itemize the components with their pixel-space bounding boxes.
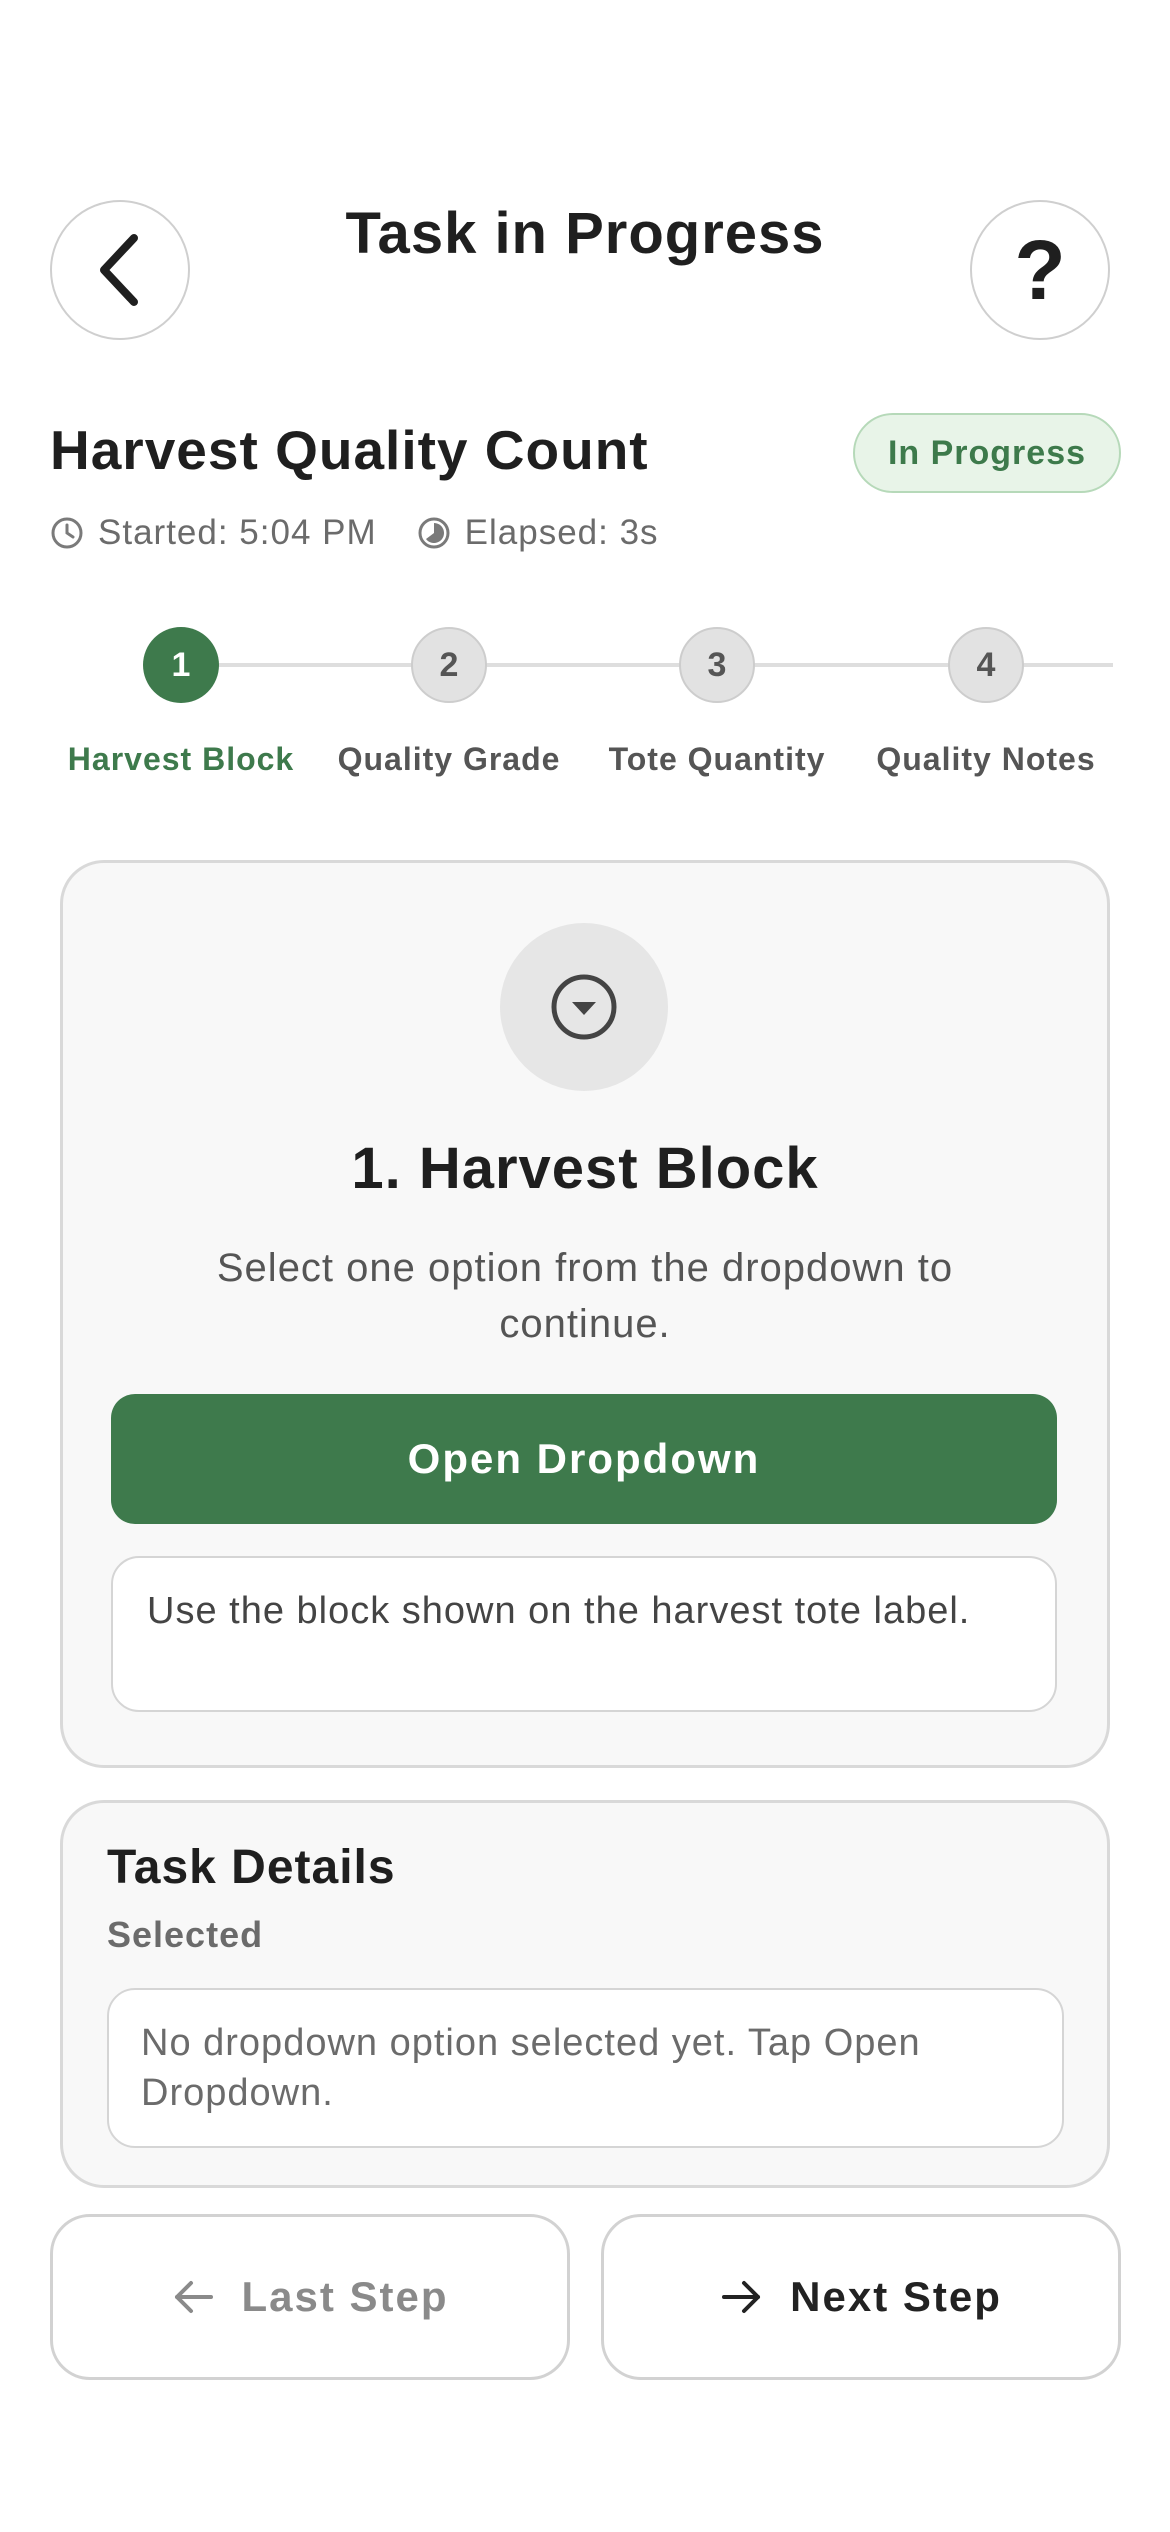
page-title: Task in Progress bbox=[345, 201, 825, 266]
task-title: Harvest Quality Count bbox=[50, 419, 649, 481]
step-2-label: Quality Grade bbox=[337, 741, 561, 777]
step-icon-bubble bbox=[500, 923, 668, 1091]
last-step-label: Last Step bbox=[241, 2273, 449, 2320]
step-4-label: Quality Notes bbox=[876, 741, 1096, 777]
status-badge: In Progress bbox=[853, 413, 1121, 493]
chevron-left-icon bbox=[100, 234, 138, 306]
step-3-indicator[interactable]: 3 bbox=[679, 627, 755, 703]
task-details-title: Task Details bbox=[107, 1841, 396, 1894]
elapsed-label: Elapsed: 3s bbox=[464, 513, 659, 552]
step-heading: 1. Harvest Block bbox=[351, 1136, 819, 1201]
arrow-left-icon bbox=[175, 2281, 214, 2313]
step-3-label: Tote Quantity bbox=[608, 741, 826, 777]
next-step-button[interactable]: Next Step bbox=[601, 2214, 1121, 2380]
selected-label: Selected bbox=[107, 1914, 264, 1955]
step-2-indicator[interactable]: 2 bbox=[411, 627, 487, 703]
step-description: Select one option from the dropdown to c… bbox=[216, 1246, 954, 1346]
step-4-indicator[interactable]: 4 bbox=[948, 627, 1024, 703]
selected-value-box: No dropdown option selected yet. Tap Ope… bbox=[107, 1988, 1064, 2148]
step-1-label: Harvest Block bbox=[67, 741, 295, 777]
arrow-right-icon bbox=[722, 2281, 761, 2313]
question-mark-icon: ? bbox=[1014, 222, 1066, 317]
last-step-button[interactable]: Last Step bbox=[50, 2214, 570, 2380]
elapsed-time: Elapsed: 3s bbox=[417, 513, 659, 553]
clock-icon bbox=[51, 517, 83, 549]
started-time: Started: 5:04 PM bbox=[50, 513, 377, 553]
next-step-label: Next Step bbox=[790, 2273, 1002, 2320]
dropdown-circle-icon bbox=[551, 974, 617, 1040]
back-button[interactable] bbox=[50, 200, 190, 340]
hint-text: Use the block shown on the harvest tote … bbox=[111, 1556, 1057, 1712]
task-meta: Started: 5:04 PM Elapsed: 3s bbox=[50, 513, 659, 553]
help-button[interactable]: ? bbox=[970, 200, 1110, 340]
started-label: Started: 5:04 PM bbox=[98, 513, 377, 552]
timer-icon bbox=[418, 517, 450, 549]
step-1-indicator[interactable]: 1 bbox=[143, 627, 219, 703]
open-dropdown-button[interactable]: Open Dropdown bbox=[111, 1394, 1057, 1524]
